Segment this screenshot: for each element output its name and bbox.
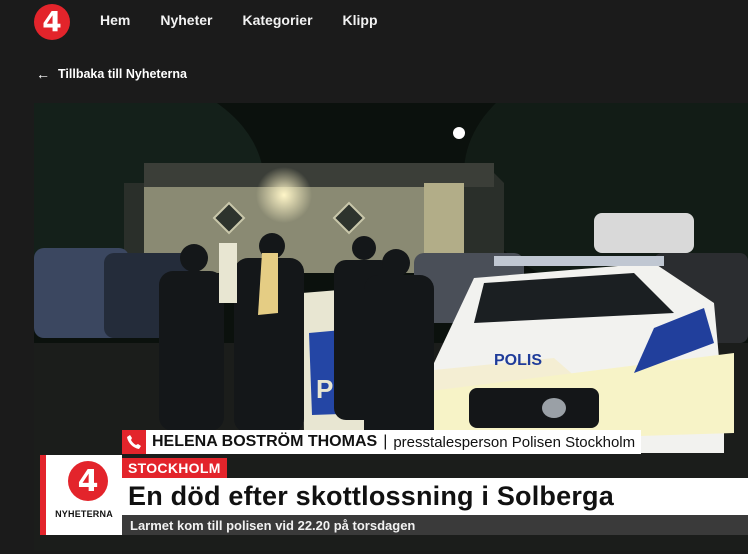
police-car-text: POLIS [494, 352, 542, 369]
phone-icon [122, 430, 146, 454]
headline-text: En död efter skottlossning i Solberga [128, 481, 614, 511]
top-navigation: 4 Hem Nyheter Kategorier Klipp [0, 0, 748, 42]
tv4-logo-ring: 4 [68, 461, 108, 501]
brand-label: NYHETERNA [55, 509, 113, 519]
nav-item-klipp[interactable]: Klipp [343, 12, 378, 28]
back-link-label: Tillbaka till Nyheterna [58, 67, 187, 81]
nav-item-hem[interactable]: Hem [100, 12, 130, 28]
news-headline: En död efter skottlossning i Solberga [122, 478, 748, 515]
video-player[interactable]: POLIS PO HELENA BOSTRÖM THOMAS | press [34, 103, 748, 551]
news-subline: Larmet kom till polisen vid 22.20 på tor… [122, 515, 748, 535]
nav-item-nyheter[interactable]: Nyheter [160, 12, 212, 28]
location-label: STOCKHOLM [128, 460, 221, 476]
location-tag: STOCKHOLM [122, 458, 227, 478]
nav-item-kategorier[interactable]: Kategorier [243, 12, 313, 28]
nyheterna-logo: 4 NYHETERNA [40, 455, 122, 535]
name-separator: | [383, 433, 388, 450]
arrow-left-icon: ← [36, 66, 50, 82]
subline-text: Larmet kom till polisen vid 22.20 på tor… [130, 517, 416, 533]
speaker-role: presstalesperson Polisen Stockholm [393, 433, 636, 451]
tv4-logo[interactable]: 4 [34, 4, 70, 40]
lower-third-logo-number: 4 [77, 463, 99, 499]
logo-number: 4 [42, 5, 62, 38]
back-link[interactable]: ← Tillbaka till Nyheterna [36, 66, 187, 82]
speaker-name: HELENA BOSTRÖM THOMAS [152, 433, 378, 450]
speaker-name-bar: HELENA BOSTRÖM THOMAS | presstalesperson… [122, 430, 642, 454]
main-nav: Hem Nyheter Kategorier Klipp [100, 12, 378, 28]
